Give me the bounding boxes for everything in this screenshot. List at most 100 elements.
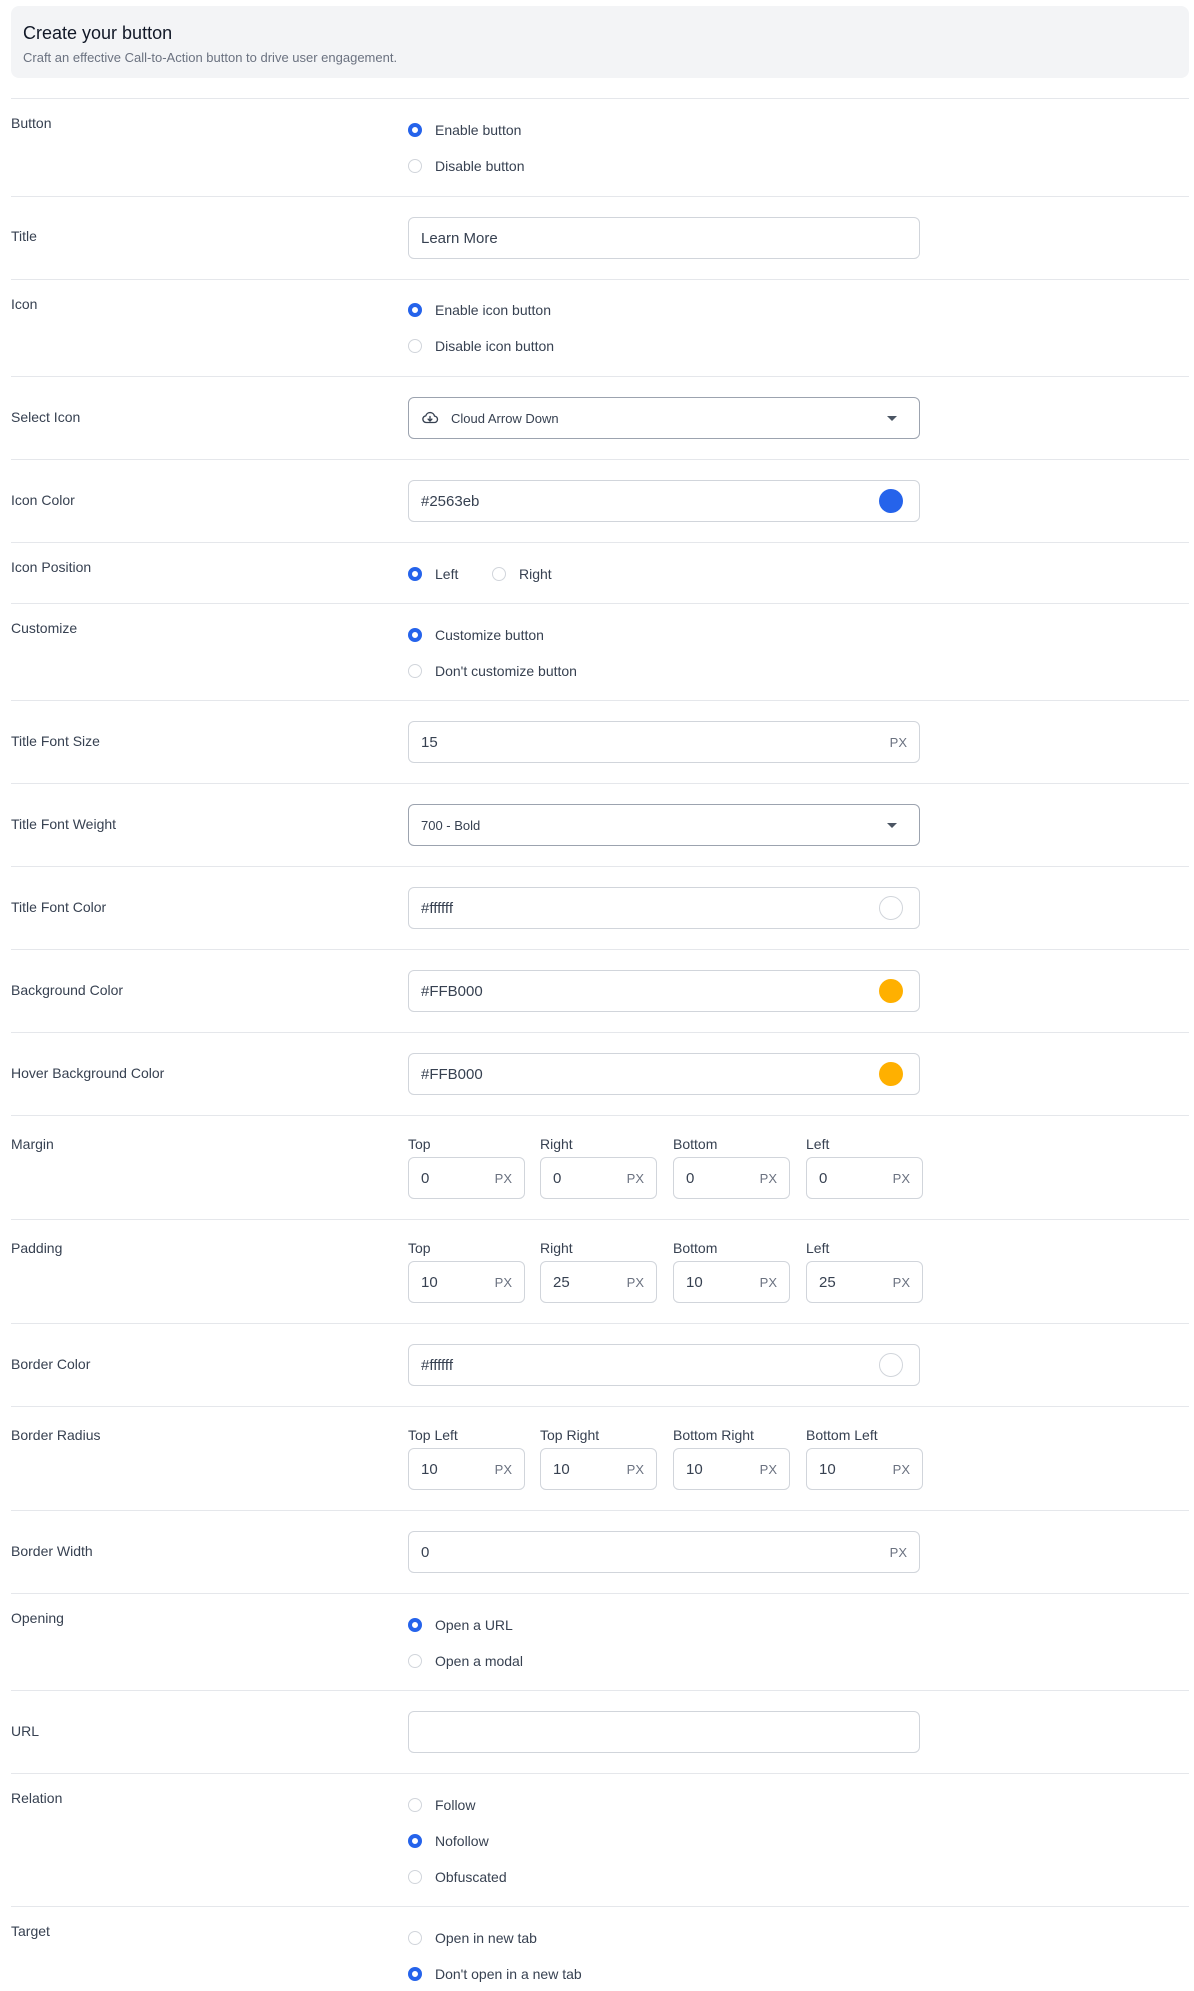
enable-icon-button-radio[interactable]: Enable icon button [408,300,551,320]
margin-left-label: Left [806,1136,830,1152]
divider [11,98,1189,99]
title-font-color-swatch[interactable] [879,896,903,920]
radio-indicator [408,339,422,353]
relation-follow-radio[interactable]: Follow [408,1795,475,1815]
divider [11,459,1189,460]
page-subtitle: Craft an effective Call-to-Action button… [23,50,398,65]
title-font-size-label: Title Font Size [11,733,100,749]
margin-label: Margin [11,1136,54,1152]
chevron-down-icon [887,415,897,421]
radio-indicator [492,567,506,581]
border-radius-top-left-input[interactable]: 10 PX [408,1448,525,1490]
divider [11,1593,1189,1594]
divider [11,866,1189,867]
divider [11,783,1189,784]
margin-top-input[interactable]: 0 PX [408,1157,525,1199]
radio-indicator [408,1654,422,1668]
title-font-weight-dropdown[interactable]: 700 - Bold [408,804,920,846]
customize-button-radio[interactable]: Customize button [408,625,544,645]
border-width-input[interactable]: 0 PX [408,1531,920,1573]
hover-background-color-swatch[interactable] [879,1062,903,1086]
open-in-new-tab-radio[interactable]: Open in new tab [408,1928,537,1948]
padding-right-label: Right [540,1240,573,1256]
radio-indicator [408,123,422,137]
margin-bottom-input[interactable]: 0 PX [673,1157,790,1199]
divider [11,1906,1189,1907]
divider [11,1406,1189,1407]
radio-indicator [408,1834,422,1848]
relation-nofollow-radio[interactable]: Nofollow [408,1831,489,1851]
padding-left-input[interactable]: 25 PX [806,1261,923,1303]
icon-color-input[interactable]: #2563eb [408,480,920,522]
divider [11,196,1189,197]
border-radius-bottom-left-input[interactable]: 10 PX [806,1448,923,1490]
border-radius-bottom-left-label: Bottom Left [806,1427,878,1443]
padding-right-input[interactable]: 25 PX [540,1261,657,1303]
page-title: Create your button [23,23,173,43]
icon-position-label: Icon Position [11,559,92,575]
padding-bottom-input[interactable]: 10 PX [673,1261,790,1303]
hover-background-color-label: Hover Background Color [11,1065,165,1081]
margin-left-input[interactable]: 0 PX [806,1157,923,1199]
radio-indicator [408,628,422,642]
border-radius-bottom-right-label: Bottom Right [673,1427,754,1443]
divider [11,700,1189,701]
divider [11,279,1189,280]
background-color-input[interactable]: #FFB000 [408,970,920,1012]
padding-top-input[interactable]: 10 PX [408,1261,525,1303]
title-font-color-label: Title Font Color [11,899,107,915]
select-icon-dropdown[interactable]: Cloud Arrow Down [408,397,920,439]
divider [11,376,1189,377]
padding-left-label: Left [806,1240,830,1256]
dont-customize-button-radio[interactable]: Don't customize button [408,661,577,681]
radio-indicator [408,1618,422,1632]
icon-color-swatch[interactable] [879,489,903,513]
open-modal-radio[interactable]: Open a modal [408,1651,523,1671]
customize-label: Customize [11,620,78,636]
title-font-size-input[interactable]: 15 PX [408,721,920,763]
margin-bottom-label: Bottom [673,1136,718,1152]
border-radius-label: Border Radius [11,1427,101,1443]
divider [11,1219,1189,1220]
opening-label: Opening [11,1610,64,1626]
border-width-label: Border Width [11,1543,93,1559]
disable-icon-button-radio[interactable]: Disable icon button [408,336,554,356]
border-radius-bottom-right-input[interactable]: 10 PX [673,1448,790,1490]
padding-label: Padding [11,1240,63,1256]
url-label: URL [11,1723,40,1739]
radio-indicator [408,303,422,317]
padding-bottom-label: Bottom [673,1240,718,1256]
radio-indicator [408,1870,422,1884]
title-font-color-input[interactable]: #ffffff [408,887,920,929]
open-url-radio[interactable]: Open a URL [408,1615,513,1635]
border-color-swatch[interactable] [879,1353,903,1377]
border-radius-top-right-input[interactable]: 10 PX [540,1448,657,1490]
disable-button-radio[interactable]: Disable button [408,156,525,176]
url-input[interactable] [408,1711,920,1753]
divider [11,1032,1189,1033]
title-label: Title [11,228,37,244]
dont-open-in-new-tab-radio[interactable]: Don't open in a new tab [408,1964,582,1984]
enable-button-radio[interactable]: Enable button [408,120,521,140]
section-header: Create your button Craft an effective Ca… [11,6,1189,78]
margin-right-input[interactable]: 0 PX [540,1157,657,1199]
divider [11,1510,1189,1511]
margin-top-label: Top [408,1136,431,1152]
target-label: Target [11,1923,50,1939]
radio-indicator [408,1931,422,1945]
divider [11,949,1189,950]
background-color-swatch[interactable] [879,979,903,1003]
relation-obfuscated-radio[interactable]: Obfuscated [408,1867,507,1887]
icon-color-label: Icon Color [11,492,75,508]
divider [11,1773,1189,1774]
icon-label: Icon [11,296,38,312]
icon-position-left-radio[interactable]: Left [408,564,458,584]
radio-indicator [408,664,422,678]
divider [11,542,1189,543]
divider [11,1115,1189,1116]
border-color-input[interactable]: #ffffff [408,1344,920,1386]
icon-position-right-radio[interactable]: Right [492,564,552,584]
hover-background-color-input[interactable]: #FFB000 [408,1053,920,1095]
title-input[interactable]: Learn More [408,217,920,259]
radio-indicator [408,1967,422,1981]
